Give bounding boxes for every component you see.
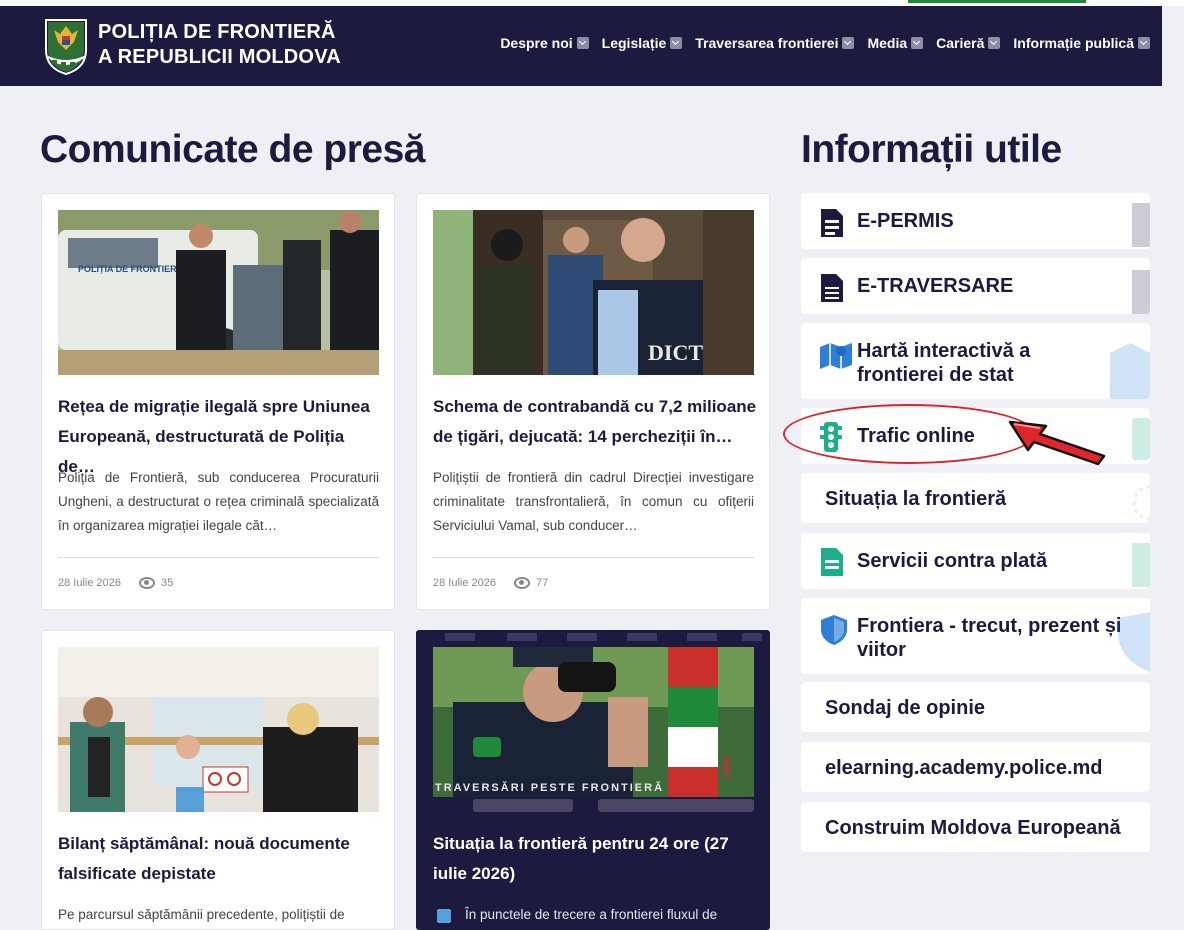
nav-despre-noi[interactable]: Despre noi <box>500 35 589 51</box>
card-divider <box>58 557 379 558</box>
document-icon <box>1132 270 1150 314</box>
info-frontiera-trecut-prezent-viitor[interactable]: Frontiera - trecut, prezent și viitor <box>801 598 1150 674</box>
pointer-arrow-icon <box>1008 420 1106 466</box>
shield-icon <box>1118 612 1150 672</box>
eye-icon <box>514 577 530 589</box>
loading-ring-icon <box>1132 485 1150 521</box>
map-icon <box>820 343 852 369</box>
press-section-title: Comunicate de presă <box>40 128 425 171</box>
chevron-down-icon <box>670 37 683 49</box>
card-divider <box>433 557 754 558</box>
site-header: POLIȚIA DE FRONTIERĂ A REPUBLICII MOLDOV… <box>0 6 1162 86</box>
info-label: E-PERMIS <box>857 210 954 232</box>
news-excerpt: Pe parcursul săptămânii precedente, poli… <box>58 907 345 922</box>
news-image-border-arrest[interactable]: POLIȚIA DE FRONTIERĂ <box>58 210 379 375</box>
news-image-binoculars[interactable]: 0597 TRAVERSĂRI PESTE FRONTIERĂ <box>433 647 754 812</box>
info-label: elearning.academy.police.md <box>825 757 1103 779</box>
nav-label: Informație publică <box>1013 35 1134 51</box>
nav-label: Despre noi <box>500 35 573 51</box>
nav-informatie-publica[interactable]: Informație publică <box>1013 35 1150 51</box>
news-date: 28 Iulie 2026 <box>58 577 121 589</box>
nav-label: Media <box>867 35 908 51</box>
info-label: Frontiera - trecut, prezent și viitor <box>857 615 1122 661</box>
nav-cariera[interactable]: Carieră <box>936 35 1001 51</box>
info-label: Sondaj de opinie <box>825 697 986 719</box>
info-servicii-contra-plata[interactable]: Servicii contra plată <box>801 533 1150 589</box>
info-elearning[interactable]: elearning.academy.police.md <box>801 742 1150 792</box>
news-excerpt: În punctele de trecere a frontierei flux… <box>465 907 718 922</box>
top-accent-bar <box>908 0 1086 3</box>
document-icon <box>821 274 843 302</box>
news-card-featured[interactable]: 0597 TRAVERSĂRI PESTE FRONTIERĂ Situația… <box>416 630 770 930</box>
page-scrollbar[interactable] <box>1162 6 1184 924</box>
news-card[interactable]: DICT Schema de contrabandă cu 7,2 milioa… <box>416 193 770 610</box>
views-count: 35 <box>161 577 174 589</box>
nav-label: Legislație <box>601 35 667 51</box>
document-icon <box>1132 203 1150 247</box>
news-views: 35 <box>139 577 173 589</box>
filmstrip-decoration <box>445 633 762 641</box>
news-title[interactable]: Schema de contrabandă cu 7,2 milioane de… <box>433 392 757 452</box>
news-title[interactable]: Situația la frontieră pentru 24 ore (27 … <box>433 829 757 889</box>
main-nav: Despre noi Legislație Traversarea fronti… <box>500 35 1150 51</box>
nav-media[interactable]: Media <box>867 35 924 51</box>
info-icon <box>437 909 451 923</box>
image-vest-text: DICT <box>648 340 703 365</box>
news-image-airport[interactable] <box>58 647 379 812</box>
brand-name[interactable]: POLIȚIA DE FRONTIERĂ A REPUBLICII MOLDOV… <box>98 20 341 70</box>
info-label: E-TRAVERSARE <box>857 275 1014 297</box>
info-label: Situația la frontieră <box>825 488 1007 510</box>
news-meta: 28 Iulie 2026 35 <box>58 577 173 589</box>
info-label: Hartă interactivă a frontierei de stat <box>857 340 1031 386</box>
eye-icon <box>139 577 155 589</box>
news-image-search[interactable]: DICT <box>433 210 754 375</box>
nav-traversarea-frontierei[interactable]: Traversarea frontierei <box>695 35 855 51</box>
image-banner-text: TRAVERSĂRI PESTE FRONTIERĂ <box>435 781 664 794</box>
highlight-ellipse <box>783 404 1035 464</box>
chevron-down-icon <box>988 37 1001 49</box>
image-vehicle-text: POLIȚIA DE FRONTIERĂ <box>78 264 184 274</box>
traffic-light-icon <box>1132 418 1150 460</box>
news-meta: 28 Iulie 2026 77 <box>433 577 548 589</box>
info-construim-moldova-europeana[interactable]: Construim Moldova Europeană <box>801 802 1150 852</box>
chevron-down-icon <box>1138 37 1150 49</box>
chevron-down-icon <box>911 37 924 49</box>
nav-legislatie[interactable]: Legislație <box>602 35 683 51</box>
document-icon <box>1132 543 1150 587</box>
brand-line-2: A REPUBLICII MOLDOVA <box>98 46 341 68</box>
chevron-down-icon <box>576 37 589 49</box>
news-excerpt: Polițiștii de frontieră din cadrul Direc… <box>433 470 754 533</box>
info-label: Construim Moldova Europeană <box>825 817 1121 839</box>
news-excerpt: Poliția de Frontieră, sub conducerea Pro… <box>58 470 379 533</box>
info-sondaj-opinie[interactable]: Sondaj de opinie <box>801 682 1150 732</box>
news-card[interactable]: Bilanț săptămânal: nouă documente falsif… <box>41 630 395 930</box>
chevron-down-icon <box>842 37 855 49</box>
image-border-post-number: 0597 <box>720 755 732 779</box>
info-section-title: Informații utile <box>801 128 1062 171</box>
info-label: Servicii contra plată <box>857 550 1048 572</box>
shield-icon <box>821 615 847 645</box>
views-count: 77 <box>536 577 549 589</box>
info-harta-interactiva[interactable]: Hartă interactivă a frontierei de stat <box>801 323 1150 399</box>
news-views: 77 <box>514 577 548 589</box>
info-situatia-frontiera[interactable]: Situația la frontieră <box>801 473 1150 523</box>
nav-label: Carieră <box>936 35 985 51</box>
document-icon <box>821 548 843 576</box>
news-card[interactable]: POLIȚIA DE FRONTIERĂ Rețea de migrație i… <box>41 193 395 610</box>
info-e-permis[interactable]: E-PERMIS <box>801 193 1150 249</box>
brand-line-1: POLIȚIA DE FRONTIERĂ <box>98 21 336 43</box>
info-e-traversare[interactable]: E-TRAVERSARE <box>801 258 1150 314</box>
news-date: 28 Iulie 2026 <box>433 577 496 589</box>
coat-of-arms-logo[interactable] <box>42 16 90 76</box>
document-icon <box>821 209 843 237</box>
nav-label: Traversarea frontierei <box>695 35 839 51</box>
news-title[interactable]: Bilanț săptămânal: nouă documente falsif… <box>58 829 382 889</box>
map-icon <box>1110 343 1150 399</box>
